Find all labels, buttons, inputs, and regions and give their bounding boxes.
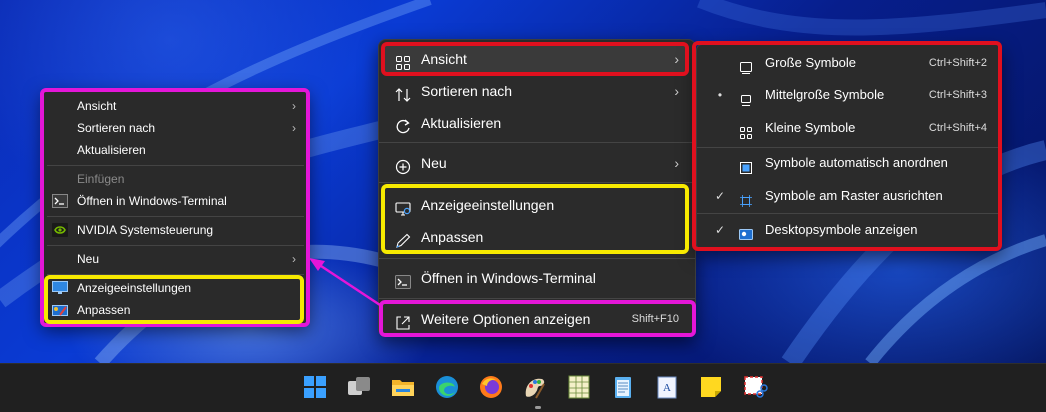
edge-icon[interactable] — [434, 374, 460, 400]
paint-icon[interactable] — [522, 374, 548, 400]
file-explorer-icon[interactable] — [390, 374, 416, 400]
running-indicator — [535, 406, 541, 409]
windows-start-icon[interactable] — [302, 374, 328, 400]
wordpad-icon[interactable]: A — [654, 374, 680, 400]
task-view-icon[interactable] — [346, 374, 372, 400]
annotation-arrow — [309, 258, 381, 307]
sticky-notes-icon[interactable] — [698, 374, 724, 400]
taskbar: A — [0, 363, 1046, 412]
notepad-icon[interactable] — [610, 374, 636, 400]
svg-text:A: A — [663, 382, 671, 394]
snipping-tool-icon[interactable] — [742, 374, 768, 400]
firefox-icon[interactable] — [478, 374, 504, 400]
spreadsheet-icon[interactable] — [566, 374, 592, 400]
